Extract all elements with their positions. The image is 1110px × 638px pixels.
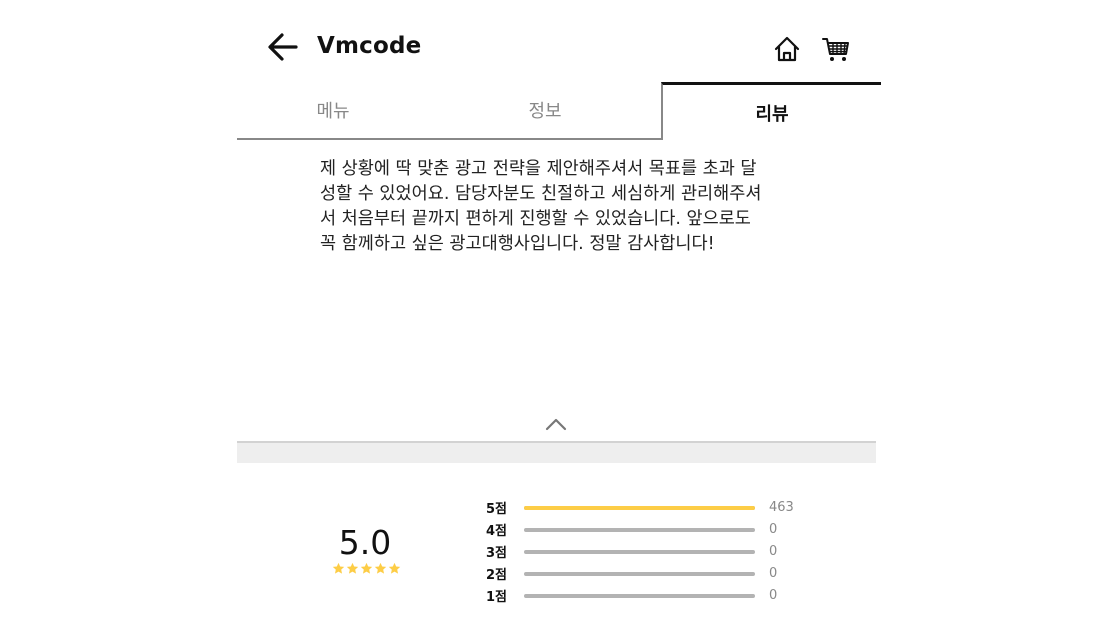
rating-count: 0 bbox=[769, 566, 778, 581]
rating-count: 0 bbox=[769, 522, 778, 537]
rating-label: 4점 bbox=[486, 524, 508, 539]
tab-menu-label: 메뉴 bbox=[316, 101, 350, 122]
tab-review[interactable]: 리뷰 bbox=[661, 82, 881, 140]
rating-label: 2점 bbox=[486, 568, 508, 583]
tab-review-label: 리뷰 bbox=[755, 103, 789, 125]
tab-info-label: 정보 bbox=[528, 101, 562, 122]
page-title: Vmcode bbox=[317, 33, 422, 59]
review-text: 제 상황에 딱 맞춘 광고 전략을 제안해주셔서 목표를 초과 달성할 수 있었… bbox=[320, 159, 762, 254]
rating-row: 5점 463 bbox=[486, 498, 806, 518]
rating-count: 0 bbox=[769, 588, 778, 603]
collapse-button[interactable] bbox=[543, 414, 569, 434]
star-icon bbox=[374, 562, 387, 574]
average-stars bbox=[332, 562, 401, 576]
rating-row: 4점 0 bbox=[486, 520, 806, 540]
rating-bar-track bbox=[524, 594, 755, 598]
star-icon bbox=[332, 562, 345, 574]
rating-label: 5점 bbox=[486, 502, 508, 517]
rating-bar-track bbox=[524, 528, 755, 532]
rating-bar-track bbox=[524, 572, 755, 576]
tab-bar: 메뉴 정보 리뷰 bbox=[237, 82, 881, 140]
tab-menu[interactable]: 메뉴 bbox=[237, 82, 429, 140]
tab-info[interactable]: 정보 bbox=[429, 82, 661, 140]
app-header: Vmcode bbox=[237, 0, 881, 84]
home-icon bbox=[774, 36, 800, 62]
rating-label: 1점 bbox=[486, 590, 508, 605]
star-icon bbox=[346, 562, 359, 574]
back-button[interactable] bbox=[265, 30, 301, 66]
rating-row: 3점 0 bbox=[486, 542, 806, 562]
cart-button[interactable] bbox=[821, 34, 851, 64]
rating-row: 2점 0 bbox=[486, 564, 806, 584]
rating-bar-fill bbox=[524, 506, 755, 510]
cart-icon bbox=[822, 38, 849, 61]
star-icon bbox=[388, 562, 401, 574]
rating-row: 1점 0 bbox=[486, 586, 806, 606]
rating-count: 0 bbox=[769, 544, 778, 559]
rating-bar-track bbox=[524, 550, 755, 554]
rating-count: 463 bbox=[769, 500, 794, 515]
star-icon bbox=[360, 562, 373, 574]
rating-bar-track bbox=[524, 506, 755, 510]
chevron-up-icon bbox=[545, 418, 567, 431]
rating-label: 3점 bbox=[486, 546, 508, 561]
average-score: 5.0 bbox=[338, 523, 392, 562]
arrow-left-icon bbox=[268, 33, 298, 61]
section-separator bbox=[237, 443, 876, 463]
home-button[interactable] bbox=[773, 35, 801, 63]
